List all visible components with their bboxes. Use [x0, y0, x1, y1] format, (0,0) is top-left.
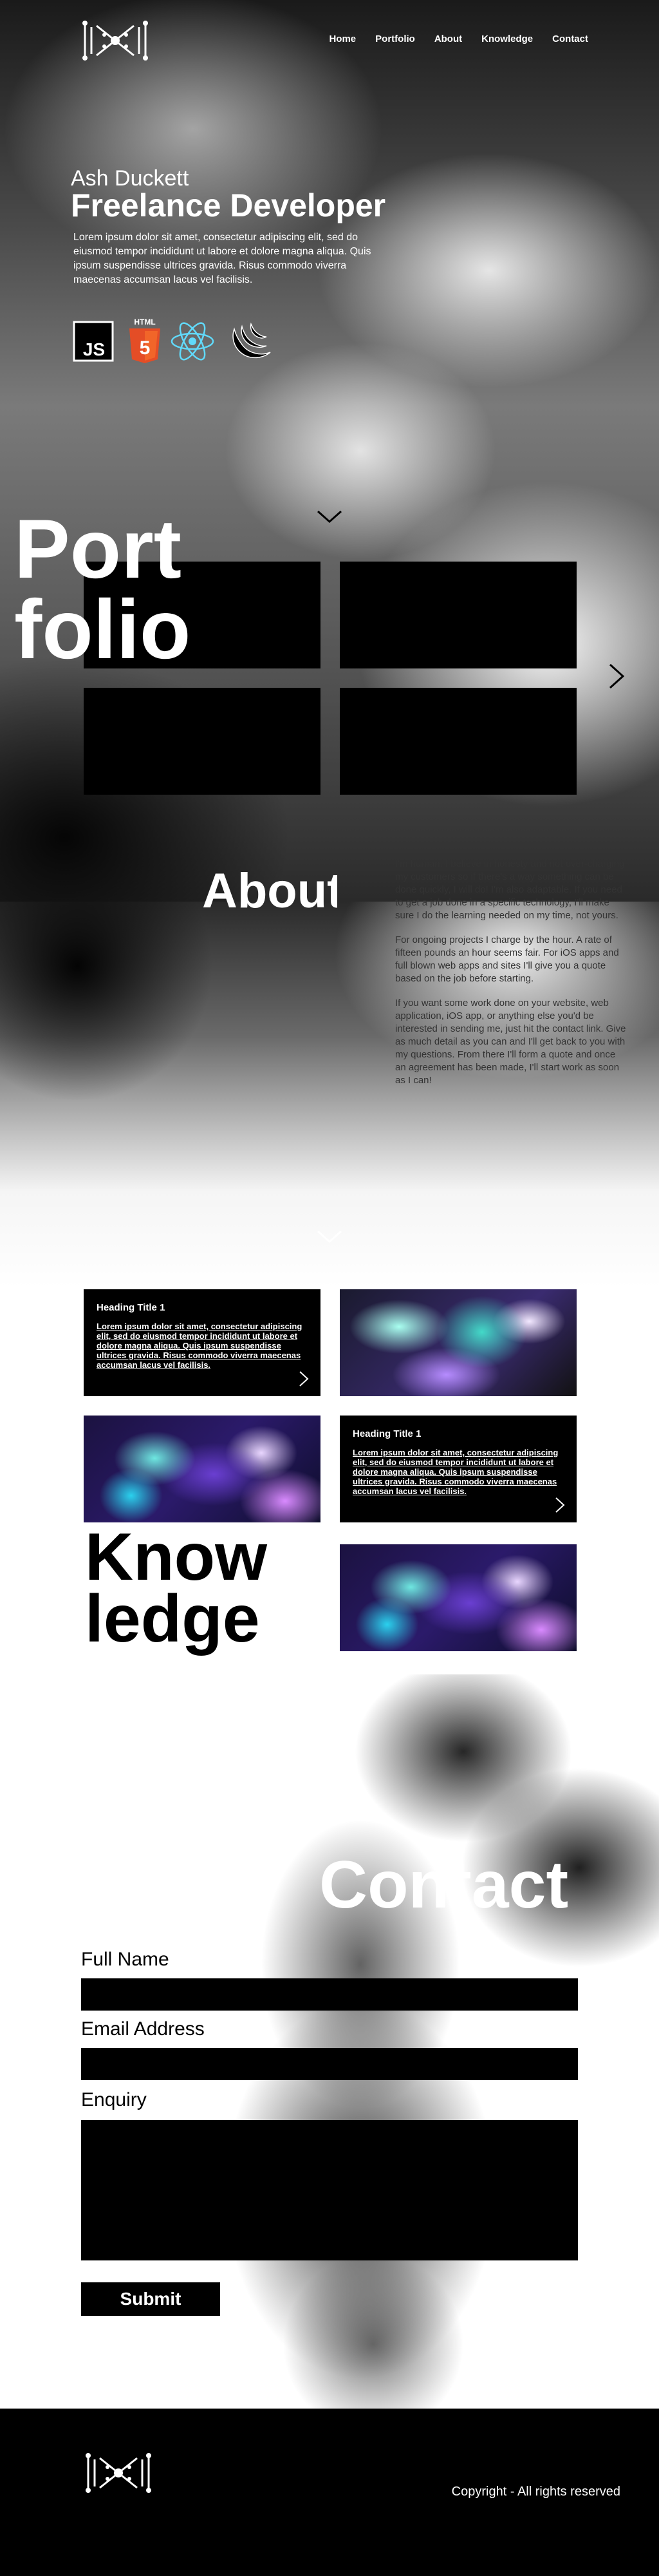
portfolio-card[interactable] — [84, 688, 320, 795]
hero-title: Freelance Developer — [71, 187, 386, 223]
nav-portfolio[interactable]: Portfolio — [375, 33, 415, 44]
html5-icon: HTML 5 — [122, 317, 167, 366]
enquiry-field[interactable] — [81, 2120, 578, 2260]
knowledge-image — [84, 1416, 320, 1522]
nav-contact[interactable]: Contact — [552, 33, 588, 44]
js-icon: JS — [71, 317, 116, 366]
scroll-down-chevron-icon[interactable] — [317, 509, 342, 524]
about-paragraph: For ongoing projects I charge by the hou… — [395, 934, 619, 984]
footer: Copyright - All rights reserved — [0, 2409, 659, 2576]
about-paragraph: If you want some work done on your websi… — [395, 998, 626, 1086]
knowledge-card-title: Heading Title 1 — [97, 1302, 165, 1313]
knowledge-image — [340, 1544, 577, 1651]
email-field[interactable] — [81, 2048, 578, 2080]
full-name-field[interactable] — [81, 1978, 578, 2011]
knowledge-heading: Know ledge — [85, 1520, 268, 1656]
full-name-label: Full Name — [81, 1949, 169, 1970]
portfolio-card[interactable] — [340, 688, 577, 795]
submit-button[interactable]: Submit — [81, 2282, 220, 2316]
knowledge-card-text: Lorem ipsum dolor sit amet, consectetur … — [353, 1448, 559, 1496]
main-nav: Home Portfolio About Knowledge Contact — [329, 33, 588, 44]
svg-text:5: 5 — [140, 337, 151, 359]
knowledge-image — [340, 1289, 577, 1396]
jquery-icon — [228, 317, 273, 366]
svg-text:JS: JS — [83, 339, 105, 359]
nav-about[interactable]: About — [434, 33, 462, 44]
svg-text:HTML: HTML — [134, 317, 155, 327]
footer-logo-icon[interactable] — [80, 2447, 157, 2499]
knowledge-card-text: Lorem ipsum dolor sit amet, consectetur … — [97, 1321, 302, 1370]
hero-description: Lorem ipsum dolor sit amet, consectetur … — [73, 232, 371, 285]
logo-icon[interactable] — [80, 18, 151, 63]
enquiry-label: Enquiry — [81, 2089, 147, 2110]
react-icon — [170, 317, 215, 366]
portfolio-next-arrow-icon[interactable] — [608, 663, 626, 689]
about-paragraph: I'm human. I believe in honesty and not … — [395, 858, 625, 921]
nav-home[interactable]: Home — [329, 33, 356, 44]
copyright-text: Copyright - All rights reserved — [451, 2485, 620, 2499]
knowledge-card[interactable]: Heading Title 1 Lorem ipsum dolor sit am… — [340, 1416, 577, 1522]
chevron-right-icon[interactable] — [299, 1370, 309, 1387]
about-text: I'm human. I believe in honesty and not … — [395, 858, 628, 1099]
knowledge-card-title: Heading Title 1 — [353, 1428, 422, 1439]
nav-knowledge[interactable]: Knowledge — [481, 33, 533, 44]
portfolio-heading: Port folio — [14, 502, 191, 676]
portfolio-card[interactable] — [340, 562, 577, 668]
about-heading: About — [202, 864, 337, 918]
chevron-right-icon[interactable] — [555, 1497, 565, 1513]
knowledge-card[interactable]: Heading Title 1 Lorem ipsum dolor sit am… — [84, 1289, 320, 1396]
scroll-down-chevron-icon[interactable] — [317, 1229, 342, 1244]
contact-heading: Contact — [319, 1848, 569, 1922]
email-label: Email Address — [81, 2018, 205, 2040]
